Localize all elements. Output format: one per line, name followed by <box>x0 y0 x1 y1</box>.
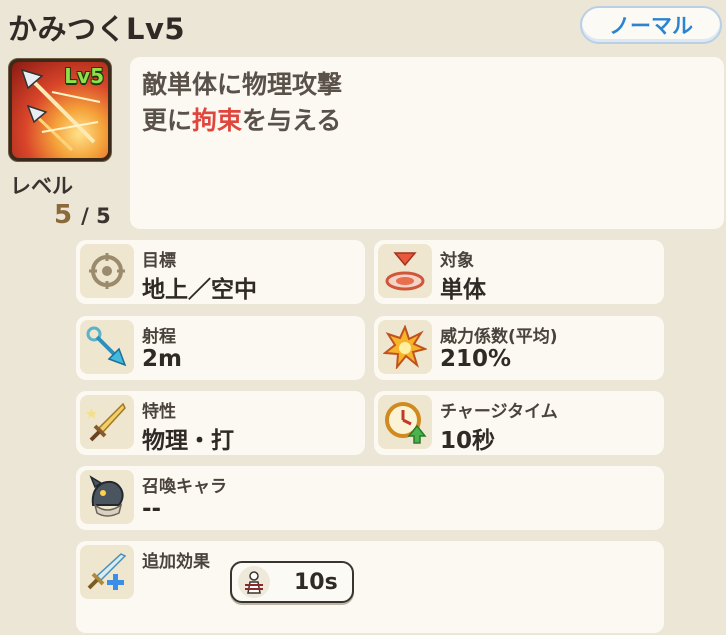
stat-attribute: 特性 物理・打 <box>76 391 365 455</box>
skill-description: 敵単体に物理攻撃 更に拘束を与える <box>130 57 724 229</box>
clock-charge-icon <box>378 395 432 449</box>
stat-value: 地上／空中 <box>142 277 257 303</box>
stat-additional-effect: 追加効果 10s <box>76 541 664 633</box>
stat-value: -- <box>142 496 162 522</box>
effect-bind-chip[interactable]: 10s <box>230 561 354 603</box>
stat-value: 物理・打 <box>142 428 234 454</box>
level-label: レベル <box>10 174 73 198</box>
stat-label: 目標 <box>142 251 176 271</box>
sword-icon <box>80 395 134 449</box>
stat-target: 目標 地上／空中 <box>76 240 365 304</box>
stat-label: 特性 <box>142 402 176 422</box>
stat-value: 2m <box>142 346 182 372</box>
stat-label: 威力係数(平均) <box>440 327 558 347</box>
icon-level-tag: Lv5 <box>64 64 104 88</box>
skill-type-badge[interactable]: ノーマル <box>580 6 722 44</box>
stat-label: 射程 <box>142 327 176 347</box>
level-current: 5 <box>54 200 73 230</box>
stat-label: 対象 <box>440 251 474 271</box>
description-suffix: を与える <box>242 106 342 135</box>
level-max: / 5 <box>81 204 111 228</box>
stat-label: チャージタイム <box>440 402 558 422</box>
stat-range: 射程 2m <box>76 316 365 380</box>
arrow-range-icon <box>80 320 134 374</box>
stat-power: 威力係数(平均) 210% <box>374 316 664 380</box>
crosshair-icon <box>80 244 134 298</box>
target-marker-icon <box>378 244 432 298</box>
description-line-1: 敵単体に物理攻撃 <box>142 70 343 99</box>
stat-label: 召喚キャラ <box>142 477 227 497</box>
level-value: 5 / 5 <box>54 200 111 230</box>
stat-summon: 召喚キャラ -- <box>76 466 664 530</box>
effect-duration: 10s <box>294 569 338 595</box>
stat-scope: 対象 単体 <box>374 240 664 304</box>
sword-plus-icon <box>80 545 134 599</box>
skill-icon: Lv5 <box>8 58 112 162</box>
description-highlight: 拘束 <box>192 106 243 135</box>
bind-status-icon <box>238 566 270 598</box>
stat-label: 追加効果 <box>142 552 210 572</box>
skill-title: かみつくLv5 <box>8 12 186 46</box>
explosion-icon <box>378 320 432 374</box>
stat-value: 210% <box>440 346 512 372</box>
stat-value: 10秒 <box>440 428 496 454</box>
description-line-2: 更に拘束を与える <box>142 103 712 139</box>
stat-charge-time: チャージタイム 10秒 <box>374 391 664 455</box>
summon-creature-icon <box>80 470 134 524</box>
description-prefix: 更に <box>142 106 193 135</box>
stat-value: 単体 <box>440 277 486 303</box>
